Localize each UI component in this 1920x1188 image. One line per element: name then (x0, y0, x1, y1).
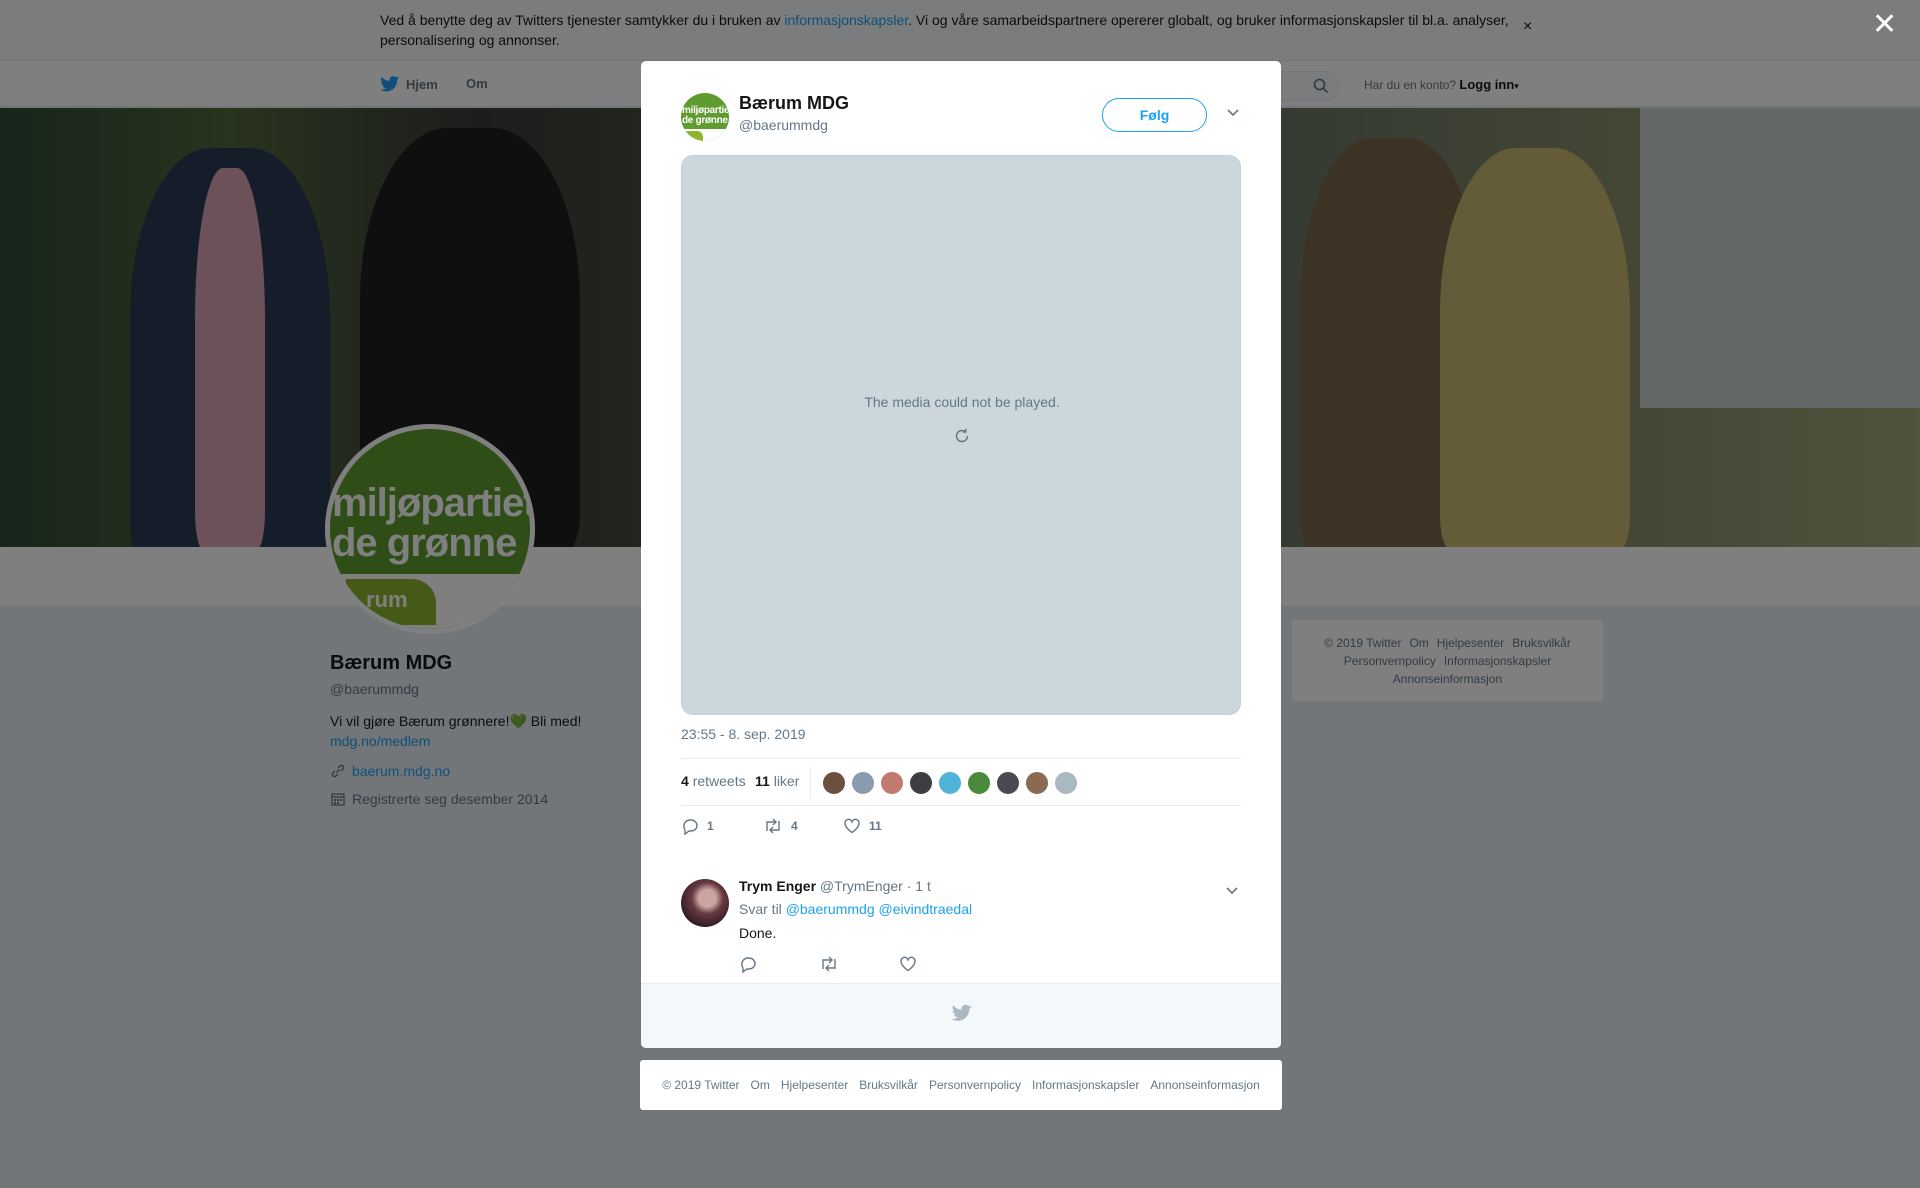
retry-icon[interactable] (952, 426, 972, 446)
reply-count: 1 (707, 819, 714, 833)
reply-icon[interactable] (739, 955, 757, 973)
mention-link[interactable]: @baerummdg (786, 901, 875, 917)
like-action[interactable]: 11 (843, 817, 882, 835)
heart-icon[interactable] (899, 955, 917, 973)
likes-label: liker (773, 773, 800, 789)
close-icon[interactable]: ✕ (1872, 10, 1897, 40)
tweet-modal: miljøpartiet de grønne Bærum MDG @baerum… (641, 61, 1281, 1048)
retweets-stat[interactable]: 4 retweets (681, 773, 746, 789)
liker-avatar[interactable] (1054, 771, 1078, 795)
reply-text: Done. (739, 925, 777, 941)
retweet-action[interactable]: 4 (763, 817, 798, 835)
modal-bottom-footer: © 2019 Twitter Om Hjelpesenter Bruksvilk… (640, 1060, 1282, 1110)
tweet-author-handle[interactable]: @baerummdg (739, 117, 828, 133)
footer-link-ads[interactable]: Annonseinformasjon (1150, 1078, 1259, 1092)
stats-divider (810, 767, 811, 799)
liker-avatar[interactable] (1025, 771, 1049, 795)
retweets-count: 4 (681, 773, 689, 789)
reply-author-avatar[interactable] (681, 879, 729, 927)
footer-link-help[interactable]: Hjelpesenter (781, 1078, 848, 1092)
liker-avatar[interactable] (996, 771, 1020, 795)
reply-author-name[interactable]: Trym Enger (739, 878, 816, 894)
tweet-avatar-badge (685, 131, 703, 141)
retweets-label: retweets (692, 773, 746, 789)
like-count: 11 (869, 819, 882, 833)
tweet-author-name[interactable]: Bærum MDG (739, 93, 849, 114)
reply-actions (739, 955, 1039, 975)
liker-avatar[interactable] (851, 771, 875, 795)
footer-link-cookies[interactable]: Informasjonskapsler (1032, 1078, 1139, 1092)
media-error-message: The media could not be played. (864, 394, 1060, 410)
footer-link-terms[interactable]: Bruksvilkår (859, 1078, 918, 1092)
chevron-down-icon[interactable] (1223, 881, 1241, 899)
reply-action[interactable]: 1 (681, 817, 714, 835)
likes-stat[interactable]: 11 liker (755, 773, 799, 789)
reply-time[interactable]: · 1 t (907, 878, 931, 894)
retweet-icon[interactable] (819, 955, 839, 973)
retweet-count: 4 (791, 819, 798, 833)
tweet-author-avatar[interactable]: miljøpartiet de grønne (681, 93, 729, 141)
media-player[interactable]: The media could not be played. (681, 155, 1241, 715)
chevron-down-icon[interactable] (1224, 103, 1242, 121)
liker-avatar[interactable] (909, 771, 933, 795)
follow-button[interactable]: Følg (1102, 98, 1207, 132)
heart-icon (844, 818, 860, 834)
mention-link[interactable]: @eivindtraedal (879, 901, 973, 917)
reply-header: Trym Enger @TrymEnger · 1 t (739, 878, 931, 894)
tweet-actions: 1 4 11 (681, 817, 1241, 847)
likes-count: 11 (755, 773, 770, 789)
reply-icon (683, 819, 698, 835)
liker-avatar[interactable] (967, 771, 991, 795)
liker-avatar[interactable] (822, 771, 846, 795)
tweet-avatar-line2: de grønne (682, 115, 728, 126)
modal-footer (641, 983, 1281, 1048)
footer-link-about[interactable]: Om (751, 1078, 770, 1092)
reply-context: Svar til @baerummdg @eivindtraedal (739, 901, 972, 917)
liker-avatar[interactable] (938, 771, 962, 795)
tweet-timestamp[interactable]: 23:55 - 8. sep. 2019 (681, 726, 806, 742)
reply-author-handle[interactable]: @TrymEnger (820, 878, 903, 894)
reply-tweet[interactable]: Trym Enger @TrymEnger · 1 t Svar til @ba… (681, 869, 1241, 979)
tweet-stats: 4 retweets 11 liker (681, 758, 1241, 806)
liker-avatar[interactable] (880, 771, 904, 795)
likers-avatars (822, 771, 1078, 795)
tweet-header: miljøpartiet de grønne Bærum MDG @baerum… (641, 61, 1281, 156)
twitter-bird-icon (952, 1004, 972, 1021)
footer-link-privacy[interactable]: Personvernpolicy (929, 1078, 1021, 1092)
footer-copyright: © 2019 Twitter (662, 1078, 740, 1092)
retweet-icon (766, 818, 780, 834)
reply-prefix: Svar til (739, 901, 782, 917)
